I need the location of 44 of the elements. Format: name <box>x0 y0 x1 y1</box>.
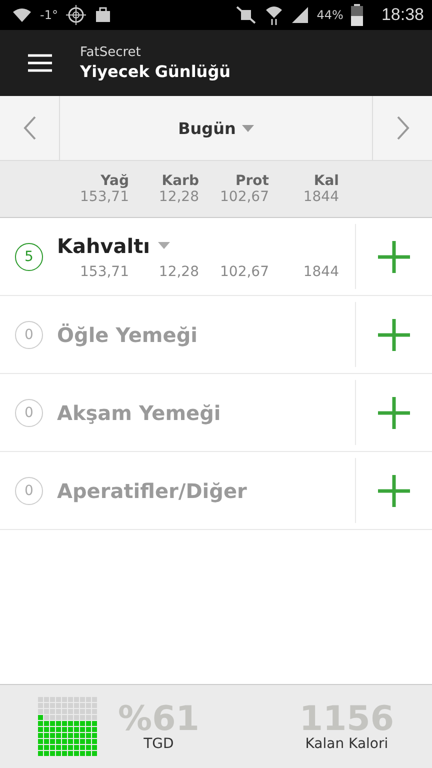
total-value: 102,67 <box>220 189 269 205</box>
entry-count-badge: 0 <box>15 476 43 504</box>
entry-count-badge: 5 <box>15 242 43 270</box>
meal-name[interactable]: Akşam Yemeği <box>57 400 221 424</box>
percent-label: TGD <box>144 736 174 752</box>
battery-icon <box>351 4 364 26</box>
chevron-left-icon <box>22 116 36 140</box>
date-dropdown[interactable]: Bugün <box>60 96 372 160</box>
entry-count-badge: 0 <box>15 320 43 348</box>
column-header: Prot <box>236 173 269 189</box>
meal-name[interactable]: Kahvaltı <box>57 234 150 258</box>
plus-icon <box>378 396 410 428</box>
column-header: Kal <box>314 173 339 189</box>
wifi-icon <box>12 7 32 23</box>
column-header: Karb <box>162 173 199 189</box>
total-value: 153,71 <box>80 189 129 205</box>
entry-count-badge: 0 <box>15 398 43 426</box>
meal-value: 102,67 <box>219 264 269 280</box>
meal-name[interactable]: Aperatifler/Diğer <box>57 478 247 502</box>
meal-value: 153,71 <box>79 264 129 280</box>
column-header: Yağ <box>100 173 129 189</box>
meal-value: 1844 <box>302 264 339 280</box>
app-name: FatSecret <box>80 45 142 60</box>
total-value: 1844 <box>303 189 339 205</box>
wifi-icon <box>264 5 283 25</box>
remaining-calories-label: Kalan Kalori <box>305 736 388 752</box>
meal-name[interactable]: Öğle Yemeği <box>57 322 198 346</box>
screen-title: Yiyecek Günlüğü <box>80 62 231 81</box>
plus-icon <box>378 240 410 272</box>
progress-grid-drawing <box>38 696 98 756</box>
menu-icon <box>28 54 52 72</box>
plus-icon <box>378 474 410 506</box>
caret-icon <box>242 124 254 132</box>
temperature-text: -1° <box>40 8 58 22</box>
crosshair-icon <box>66 5 86 25</box>
caret-icon[interactable] <box>158 242 170 249</box>
battery-percent: 44% <box>316 8 344 22</box>
clock-time: 18:38 <box>381 5 424 25</box>
meal-value: 12,28 <box>158 264 199 280</box>
chevron-right-icon <box>396 116 410 140</box>
signal-icon <box>290 6 309 24</box>
briefcase-icon <box>94 6 112 24</box>
total-value: 12,28 <box>158 189 199 205</box>
plus-icon <box>378 318 410 350</box>
